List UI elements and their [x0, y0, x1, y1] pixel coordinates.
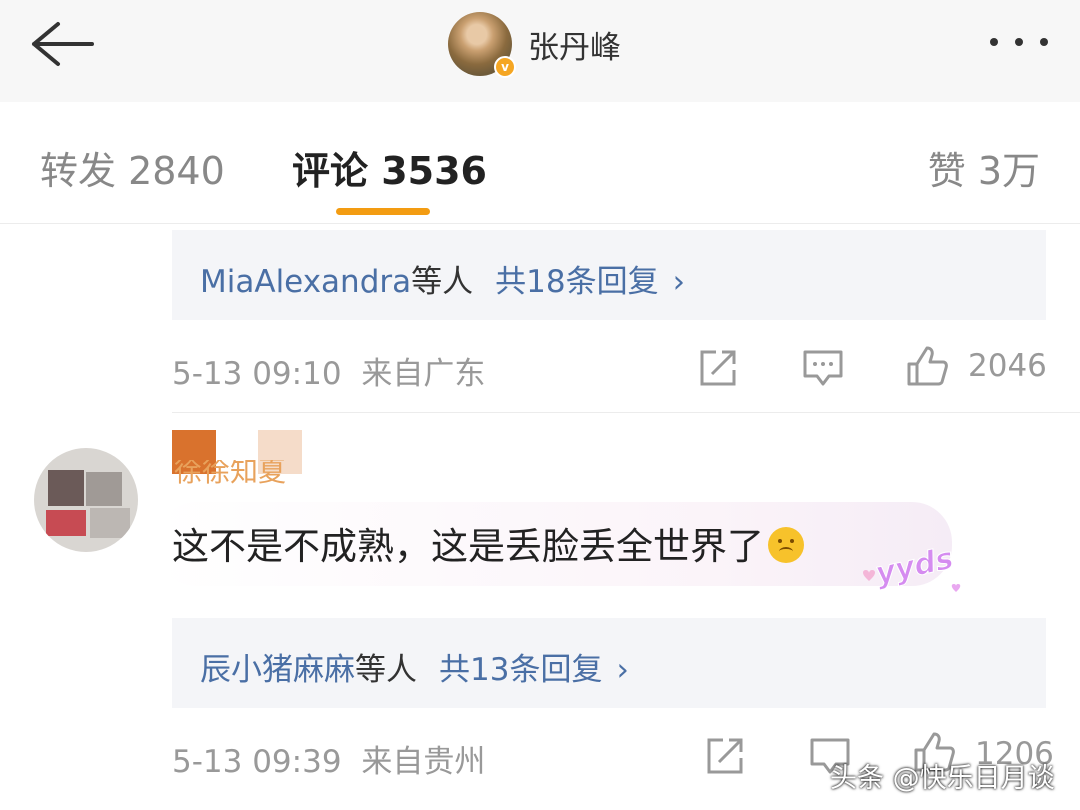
- comment-meta: 5-13 09:10 来自广东: [172, 348, 485, 393]
- reply-suffix: 等人: [411, 264, 474, 300]
- reply-count-link[interactable]: 共18条回复: [495, 264, 658, 300]
- comment-location: 来自贵州: [361, 744, 486, 780]
- chevron-right-icon: ›: [616, 652, 629, 688]
- watermark: 头条 @快乐日月谈: [830, 763, 1055, 794]
- upside-down-face-emoji-icon: [768, 527, 804, 563]
- reply-count-link[interactable]: 共13条回复: [439, 652, 602, 688]
- author-name[interactable]: 张丹峰: [528, 22, 621, 67]
- divider: [172, 412, 1080, 413]
- commenter-avatar[interactable]: [34, 448, 138, 552]
- tab-repost[interactable]: 转发 2840: [40, 140, 225, 195]
- comment-time: 5-13 09:39: [172, 744, 342, 780]
- commenter-name[interactable]: 徐徐知夏: [174, 460, 286, 484]
- reply-usernames[interactable]: MiaAlexandra: [200, 264, 411, 300]
- like-count: 2046: [968, 348, 1047, 384]
- verified-badge-icon: v: [494, 56, 516, 78]
- reply-summary[interactable]: MiaAlexandra等人 共18条回复 ›: [172, 230, 1046, 320]
- yyds-sticker-icon: yyds: [863, 541, 961, 592]
- tab-likes[interactable]: 赞 3万: [928, 140, 1040, 195]
- share-icon[interactable]: [705, 736, 745, 776]
- share-icon[interactable]: [698, 348, 738, 388]
- comment-time: 5-13 09:10: [172, 356, 342, 392]
- back-arrow-icon[interactable]: [28, 20, 96, 68]
- chevron-right-icon: ›: [672, 264, 685, 300]
- active-tab-indicator: [336, 208, 430, 215]
- top-bar: v 张丹峰: [0, 0, 1080, 102]
- reply-usernames[interactable]: 辰小猪麻麻: [200, 652, 355, 688]
- reply-summary[interactable]: 辰小猪麻麻等人 共13条回复 ›: [172, 618, 1046, 708]
- reply-suffix: 等人: [355, 652, 417, 688]
- comment-icon[interactable]: [803, 348, 843, 388]
- like-icon[interactable]: [905, 344, 949, 388]
- comment-meta: 5-13 09:39 来自贵州: [172, 736, 485, 781]
- svg-text:yyds: yyds: [872, 541, 956, 592]
- more-options-icon[interactable]: [986, 30, 1052, 54]
- comment-text: 这不是不成熟，这是丢脸丢全世界了: [172, 525, 764, 568]
- tab-comments[interactable]: 评论 3536: [292, 140, 487, 195]
- comment-location: 来自广东: [361, 356, 486, 392]
- tab-bar: 转发 2840 评论 3536 赞 3万: [0, 102, 1080, 224]
